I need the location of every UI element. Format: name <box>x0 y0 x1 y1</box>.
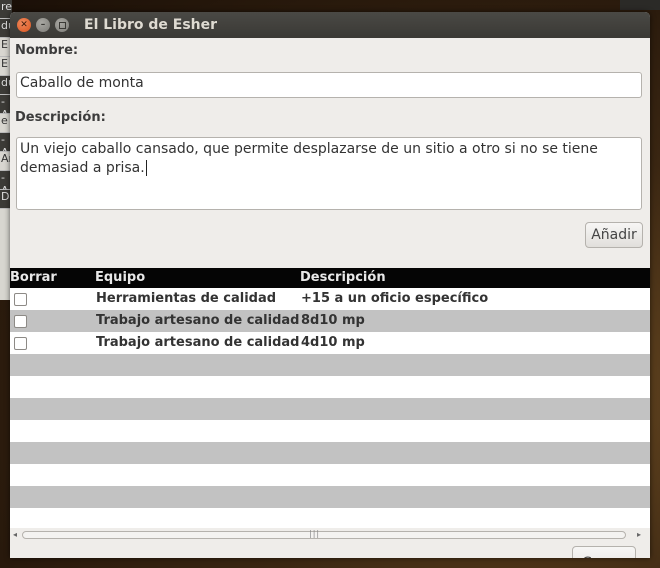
empty-row <box>10 508 650 530</box>
descripcion-cell: +15 a un oficio específico <box>301 291 489 306</box>
description-label: Descripción: <box>15 110 106 125</box>
empty-row <box>10 398 650 420</box>
close-window-button[interactable]: ✕ <box>17 18 31 32</box>
empty-row <box>10 420 650 442</box>
close-icon: ✕ <box>20 19 28 30</box>
equipment-table: Borrar Equipo Descripción Herramientas d… <box>10 268 650 528</box>
minimize-icon: – <box>40 19 46 30</box>
table-header: Borrar Equipo Descripción <box>10 268 650 288</box>
description-text: Un viejo caballo cansado, que permite de… <box>20 141 598 176</box>
dialog-window: ✕ – El Libro de Esher Nombre: Caballo de… <box>10 12 650 558</box>
dialog-content: Nombre: Caballo de monta Descripción: Un… <box>10 38 650 558</box>
empty-row <box>10 464 650 486</box>
empty-row <box>10 442 650 464</box>
column-header-descripcion[interactable]: Descripción <box>300 270 386 285</box>
add-button[interactable]: Añadir <box>585 222 643 248</box>
equipo-cell: Trabajo artesano de calidad <box>96 335 300 350</box>
close-button[interactable]: Cerrar <box>572 546 636 558</box>
name-field[interactable]: Caballo de monta <box>16 72 642 98</box>
maximize-window-button[interactable] <box>55 18 69 32</box>
delete-checkbox[interactable] <box>14 315 27 328</box>
column-header-equipo[interactable]: Equipo <box>95 270 145 285</box>
delete-checkbox[interactable] <box>14 337 27 350</box>
window-title: El Libro de Esher <box>84 17 218 33</box>
empty-row <box>10 354 650 376</box>
descripcion-cell: 4d10 mp <box>301 335 365 350</box>
background-topbar <box>620 0 660 10</box>
equipo-cell: Trabajo artesano de calidad <box>96 313 300 328</box>
table-row[interactable]: Trabajo artesano de calidad 8d10 mp <box>10 310 650 332</box>
description-textarea[interactable]: Un viejo caballo cansado, que permite de… <box>16 137 642 210</box>
delete-checkbox[interactable] <box>14 293 27 306</box>
grip-icon: ||| <box>309 529 321 538</box>
column-header-borrar[interactable]: Borrar <box>10 270 57 285</box>
title-bar[interactable]: ✕ – El Libro de Esher <box>10 12 650 38</box>
scrollbar-thumb[interactable]: ||| <box>22 529 626 539</box>
descripcion-cell: 8d10 mp <box>301 313 365 328</box>
name-label: Nombre: <box>15 43 79 58</box>
table-row[interactable]: Herramientas de calidad +15 a un oficio … <box>10 288 650 310</box>
scroll-right-icon[interactable]: ▸ <box>637 528 641 542</box>
empty-row <box>10 486 650 508</box>
table-row[interactable]: Trabajo artesano de calidad 4d10 mp <box>10 332 650 354</box>
equipo-cell: Herramientas de calidad <box>96 291 277 306</box>
minimize-window-button[interactable]: – <box>36 18 50 32</box>
horizontal-scrollbar[interactable]: ◂ ||| ▸ <box>10 528 650 542</box>
empty-row <box>10 376 650 398</box>
scroll-left-icon[interactable]: ◂ <box>13 528 17 542</box>
text-cursor <box>145 160 147 176</box>
maximize-icon <box>58 21 66 29</box>
